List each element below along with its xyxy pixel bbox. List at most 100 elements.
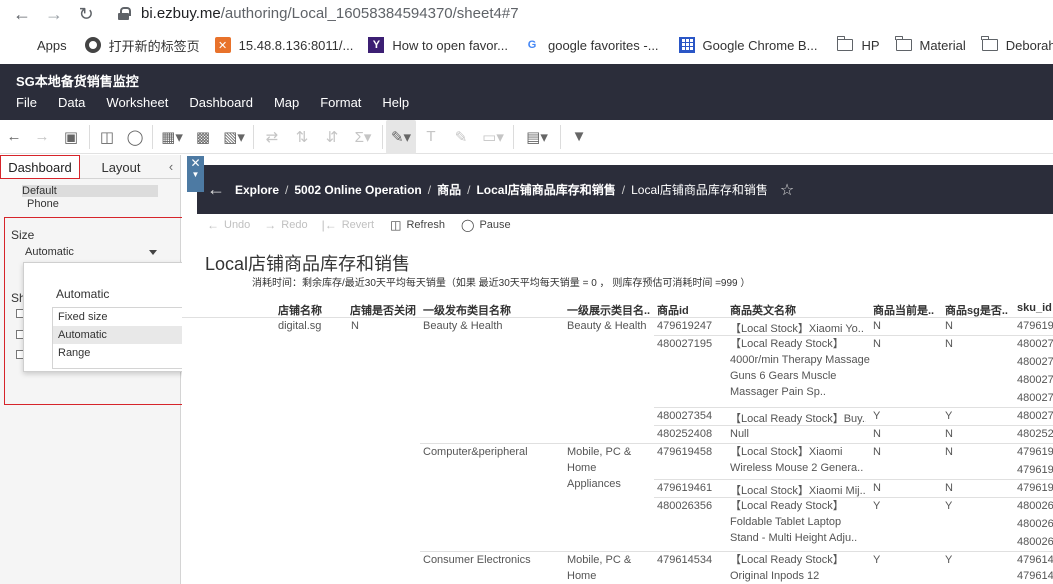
close-strip[interactable]: ✕ ▼: [187, 156, 204, 192]
col-header-cat-display[interactable]: 一级展示类目名..: [567, 302, 653, 318]
new-worksheet-icon[interactable]: ▦▾: [156, 120, 188, 154]
refresh-icon: ◫: [390, 218, 402, 232]
collapse-pane-icon[interactable]: ‹: [162, 155, 180, 178]
device-default[interactable]: Default: [22, 185, 158, 197]
menu-help[interactable]: Help: [382, 95, 409, 110]
crumb-explore[interactable]: Explore: [235, 183, 279, 197]
bookmark-folder-hp[interactable]: HP: [817, 29, 880, 61]
device-phone[interactable]: Phone: [27, 198, 59, 210]
address-bar[interactable]: bi.ezbuy.me/authoring/Local_160583845943…: [118, 5, 519, 22]
undo-icon[interactable]: ←: [0, 120, 28, 154]
apps-icon: [13, 37, 29, 53]
bookmark-folder-deborah[interactable]: Deborah: [966, 29, 1053, 61]
cell-status-a: N: [873, 338, 881, 350]
tab-layout[interactable]: Layout: [80, 155, 162, 179]
sort-descending-icon[interactable]: ⇵: [317, 120, 347, 154]
redo-button[interactable]: → Redo: [264, 218, 307, 232]
cell-product-id: 479619247: [657, 320, 713, 332]
col-header-status-a[interactable]: 商品当前是..: [873, 302, 941, 318]
crumb-workbook[interactable]: Local店铺商品库存和销售: [476, 181, 615, 198]
undo-button[interactable]: ← Undo: [207, 218, 250, 232]
col-header-sku[interactable]: sku_id: [1017, 302, 1053, 314]
crumb-folder[interactable]: 商品: [437, 181, 461, 198]
cell-product-id: 479619458: [657, 446, 713, 458]
cell-status-b: Y: [945, 554, 953, 566]
menu-dashboard[interactable]: Dashboard: [189, 95, 253, 110]
pause-button[interactable]: ◯ Pause: [461, 218, 511, 232]
crumb-view[interactable]: Local店铺商品库存和销售: [631, 181, 768, 198]
save-icon[interactable]: ▣: [56, 120, 86, 154]
revert-button[interactable]: |← Revert: [322, 218, 375, 232]
bookmark-chrome[interactable]: Google Chrome B...: [659, 29, 818, 61]
back-arrow-icon[interactable]: ←: [207, 179, 225, 200]
bookmarks-bar: Apps 打开新的标签页 ✕ 15.48.8.136:8011/... Y How …: [0, 29, 1053, 61]
bookmark-label: Apps: [37, 37, 67, 53]
menu-format[interactable]: Format: [320, 95, 361, 110]
pause-datasource-icon[interactable]: ◯: [121, 120, 149, 154]
col-header-store-closed[interactable]: 店铺是否关闭: [350, 302, 418, 318]
cell-product-name: 【Local Stock】Xiaomi Yo..: [730, 323, 864, 335]
bookmark-folder-material[interactable]: Material: [880, 29, 966, 61]
fit-icon[interactable]: ▭▾: [476, 120, 510, 154]
menu-file[interactable]: File: [16, 95, 37, 110]
close-icon[interactable]: ✕: [187, 156, 204, 170]
chevron-down-icon[interactable]: ▼: [187, 170, 204, 179]
cell-sku: 479614: [1017, 570, 1053, 582]
col-header-store[interactable]: 店铺名称: [278, 302, 344, 318]
forward-arrow-icon[interactable]: →: [38, 0, 70, 29]
bookmark-label: 打开新的标签页: [108, 38, 200, 54]
bookmark-google[interactable]: Ggoogle favorites -...: [508, 29, 659, 61]
col-header-product-name[interactable]: 商品英文名称: [730, 302, 866, 318]
reload-icon[interactable]: ↻: [70, 0, 102, 29]
bookmark-label: Material: [919, 37, 966, 53]
col-header-status-b[interactable]: 商品sg是否..: [945, 302, 1013, 318]
viz-subtitle: 消耗时间：剩余库存/最近30天平均每天销量（如果 最近30天平均每天销量 = 0…: [252, 278, 751, 289]
tab-dashboard[interactable]: Dashboard: [0, 155, 80, 179]
cell-store: digital.sg: [278, 320, 322, 332]
col-header-product-id[interactable]: 商品id: [657, 302, 723, 318]
menu-worksheet[interactable]: Worksheet: [106, 95, 168, 110]
cell-sku: 479619: [1017, 464, 1053, 476]
bookmark-apps[interactable]: Apps: [0, 29, 67, 61]
cell-sku: 480027: [1017, 392, 1053, 404]
folder-icon: [836, 36, 854, 51]
cell-sku: 479619: [1017, 446, 1053, 458]
clear-icon[interactable]: ▧▾: [218, 120, 250, 154]
bookmark-yahoo[interactable]: Y How to open favor...: [353, 29, 508, 61]
bookmark-label: Google Chrome B...: [702, 37, 818, 53]
col-header-cat1[interactable]: 一级发布类目名称: [423, 302, 563, 318]
lock-icon: [118, 7, 131, 20]
app-header: SG本地备货销售监控 File Data Worksheet Dashboard…: [0, 64, 1053, 120]
bookmark-new-tab[interactable]: 打开新的标签页: [67, 29, 200, 61]
totals-icon[interactable]: Σ▾: [347, 120, 379, 154]
embedded-toolbar: ← Undo → Redo |← Revert ◫ Refresh ◯ Pause: [197, 215, 1053, 235]
cell-status-b: N: [945, 428, 953, 440]
cell-status-b: N: [945, 338, 953, 350]
swap-icon[interactable]: ⇄: [257, 120, 287, 154]
cell-sku: 480252: [1017, 428, 1053, 440]
highlight-icon[interactable]: ✎▾: [386, 119, 416, 154]
cell-product-id: 480027354: [657, 410, 713, 422]
crumb-project[interactable]: 5002 Online Operation: [294, 183, 421, 197]
new-datasource-icon[interactable]: ◫: [93, 120, 121, 154]
duplicate-icon[interactable]: ▩: [188, 120, 218, 154]
menu-data[interactable]: Data: [58, 95, 85, 110]
show-me-icon[interactable]: ▤▾: [517, 120, 557, 154]
presentation-icon[interactable]: ▼: [564, 120, 594, 154]
cell-sku: 480026: [1017, 500, 1053, 512]
pane-tabs: Dashboard Layout ‹: [0, 155, 181, 179]
cell-product-name: 【Local Stock】Xiaomi Mij..: [730, 485, 866, 497]
cell-sku: 479619: [1017, 482, 1053, 494]
star-icon[interactable]: ☆: [780, 180, 794, 200]
labels-icon[interactable]: T: [416, 120, 446, 154]
menu-map[interactable]: Map: [274, 95, 299, 110]
sort-ascending-icon[interactable]: ⇅: [287, 120, 317, 154]
bookmark-xampp[interactable]: ✕ 15.48.8.136:8011/...: [200, 29, 353, 61]
annotate-icon[interactable]: ✎: [446, 120, 476, 154]
refresh-button[interactable]: ◫ Refresh: [390, 218, 445, 232]
cell-status-a: N: [873, 446, 881, 458]
back-arrow-icon[interactable]: ←: [6, 0, 38, 29]
cell-sku: 480027: [1017, 374, 1053, 386]
browser-url-bar: ← → ↻ bi.ezbuy.me/authoring/Local_160583…: [0, 0, 1053, 29]
redo-icon[interactable]: →: [28, 120, 56, 154]
